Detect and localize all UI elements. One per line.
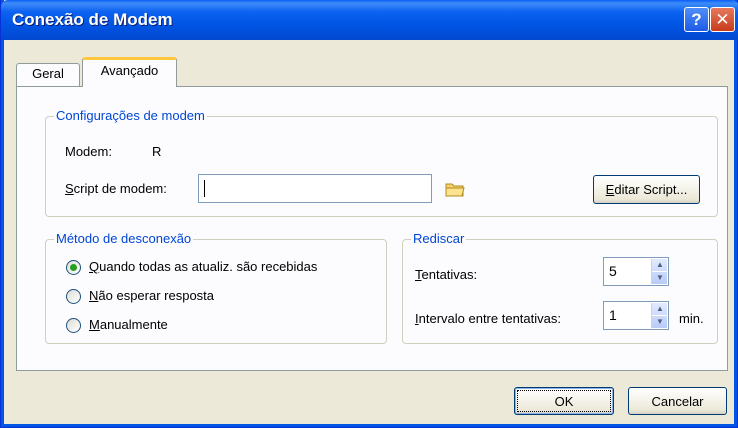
radio-wait-all-updates-label[interactable]: Quando todas as atualiz. são recebidas — [89, 259, 317, 274]
tab-geral[interactable]: Geral — [16, 63, 80, 86]
spin-down-icon[interactable]: ▼ — [652, 316, 668, 329]
edit-script-label: Editar Script... — [606, 182, 688, 197]
attempts-rest: entativas: — [421, 267, 478, 282]
help-button[interactable]: ? — [684, 7, 709, 32]
radio-manual-label[interactable]: Manualmente — [89, 317, 168, 332]
tab-avancado-label: Avançado — [100, 63, 159, 78]
edit-script-button[interactable]: Editar Script... — [593, 175, 700, 204]
spin-up-icon[interactable]: ▲ — [652, 303, 668, 316]
interval-unit: min. — [679, 311, 704, 326]
interval-spinner[interactable]: ▲ ▼ — [651, 303, 668, 329]
opt2-mnemonic: M — [89, 317, 100, 332]
interval-rest: ntervalo entre tentativas: — [418, 311, 561, 326]
opt1-rest: ão esperar resposta — [98, 288, 215, 303]
cancel-label: Cancelar — [651, 393, 704, 409]
opt2-rest: anualmente — [99, 317, 168, 332]
radio-manual[interactable] — [66, 318, 81, 333]
ok-button[interactable]: OK — [514, 387, 614, 415]
edit-script-rest: ditar Script... — [614, 182, 688, 197]
title-bar[interactable]: Conexão de Modem ? ✕ — [1, 0, 738, 40]
opt0-rest: uando todas as atualiz. são recebidas — [99, 259, 318, 274]
help-icon: ? — [691, 9, 702, 29]
opt1-mnemonic: N — [89, 288, 99, 303]
modem-value: R — [152, 144, 162, 159]
script-label-mnemonic: S — [65, 181, 74, 196]
disconnect-method-legend: Método de desconexão — [54, 231, 194, 246]
modem-label: Modem: — [65, 144, 112, 159]
interval-label: Intervalo entre tentativas: — [415, 311, 561, 326]
attempts-value: 5 — [609, 263, 617, 279]
attempts-label: Tentativas: — [415, 267, 477, 282]
tab-panel-avancado: Configurações de modem Modem: R Script d… — [16, 86, 728, 371]
redial-group: Rediscar Tentativas: 5 ▲ ▼ Intervalo ent… — [402, 231, 718, 344]
spin-down-icon[interactable]: ▼ — [652, 272, 668, 285]
redial-legend: Rediscar — [411, 231, 467, 246]
folder-icon[interactable] — [445, 181, 465, 197]
tab-avancado[interactable]: Avançado — [82, 57, 177, 87]
tab-geral-label: Geral — [32, 66, 64, 81]
ok-label: OK — [554, 393, 574, 409]
script-input[interactable] — [198, 174, 432, 203]
radio-no-wait[interactable] — [66, 289, 81, 304]
window-title: Conexão de Modem — [12, 10, 173, 29]
close-icon: ✕ — [715, 9, 730, 29]
cancel-button[interactable]: Cancelar — [628, 387, 727, 415]
opt0-mnemonic: Q — [89, 259, 100, 274]
interval-spinbox[interactable]: 1 ▲ ▼ — [603, 301, 669, 330]
interval-value: 1 — [609, 307, 617, 323]
script-label: Script de modem: — [65, 181, 167, 196]
modem-config-group: Configurações de modem Modem: R Script d… — [45, 108, 718, 217]
disconnect-method-group: Método de desconexão Quando todas as atu… — [45, 231, 387, 344]
radio-no-wait-label[interactable]: Não esperar resposta — [89, 288, 214, 303]
script-label-rest: cript de modem: — [73, 181, 167, 196]
attempts-spinbox[interactable]: 5 ▲ ▼ — [603, 257, 669, 286]
text-caret — [204, 180, 205, 197]
spin-up-icon[interactable]: ▲ — [652, 259, 668, 272]
close-button[interactable]: ✕ — [710, 7, 735, 32]
attempts-spinner[interactable]: ▲ ▼ — [651, 259, 668, 285]
modem-config-legend: Configurações de modem — [54, 108, 207, 123]
dialog-window: Conexão de Modem ? ✕ Geral Avançado Conf… — [0, 0, 738, 428]
radio-wait-all-updates[interactable] — [66, 260, 81, 275]
